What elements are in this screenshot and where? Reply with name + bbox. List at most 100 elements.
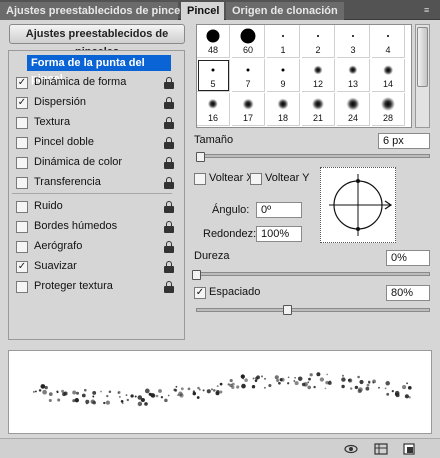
brush-tip-cell[interactable]: 18 (267, 93, 300, 126)
lock-icon[interactable] (164, 221, 174, 233)
option-checkbox[interactable] (16, 201, 28, 213)
brush-size-label: 2 (315, 45, 321, 55)
brush-tip-cell[interactable]: 14 (372, 59, 405, 92)
lock-icon[interactable] (164, 97, 174, 109)
option-checkbox[interactable] (16, 177, 28, 189)
eye-icon[interactable] (344, 442, 358, 456)
option-label: Aerógrafo (34, 240, 83, 252)
size-slider-thumb[interactable] (196, 152, 205, 162)
brush-size-label: 16 (207, 113, 218, 123)
option-checkbox[interactable] (16, 117, 28, 129)
option-item[interactable]: Transferencia (12, 173, 182, 193)
lock-icon[interactable] (164, 77, 174, 89)
brush-tip-cell[interactable]: 2 (302, 25, 335, 58)
brush-grid-scrollbar[interactable] (415, 24, 430, 128)
angle-roundness-preview[interactable] (320, 167, 396, 243)
option-checkbox[interactable] (16, 241, 28, 253)
tab-clone-source[interactable]: Origen de clonación (226, 2, 344, 20)
tab-brush[interactable]: Pincel (181, 2, 224, 20)
brush-tip-icon (348, 65, 358, 75)
option-item[interactable]: Bordes húmedos (12, 217, 182, 237)
new-preset-icon[interactable] (402, 442, 416, 456)
size-slider-track[interactable] (196, 154, 430, 158)
brush-tip-cell[interactable]: 28 (372, 93, 405, 126)
size-field[interactable]: 6 px (378, 133, 430, 149)
brush-size-label: 24 (347, 113, 358, 123)
grid-panel-icon[interactable] (374, 442, 388, 456)
option-item[interactable]: ✓ Dinámica de forma (12, 73, 182, 93)
option-item[interactable]: Proteger textura (12, 277, 182, 297)
brush-tip-icon (242, 98, 254, 110)
hardness-slider-track[interactable] (196, 272, 430, 276)
option-item[interactable]: ✓ Dispersión (12, 93, 182, 113)
brush-tip-cell[interactable]: 21 (302, 93, 335, 126)
option-item[interactable]: Pincel doble (12, 133, 182, 153)
brush-tip-cell[interactable]: 17 (232, 93, 265, 126)
option-item[interactable]: Aerógrafo (12, 237, 182, 257)
roundness-field[interactable]: 100% (256, 226, 302, 242)
spacing-slider-thumb[interactable] (283, 305, 292, 315)
option-checkbox[interactable] (16, 157, 28, 169)
brush-tip-cell[interactable]: 1 (267, 25, 300, 58)
hardness-field[interactable]: 0% (386, 250, 430, 266)
angle-label: Ángulo: (212, 204, 250, 216)
brush-tip-icon (352, 35, 354, 37)
brush-tip-icon (317, 35, 319, 37)
option-checkbox[interactable] (16, 281, 28, 293)
hardness-slider-thumb[interactable] (192, 270, 201, 280)
brush-tip-cell[interactable]: 5 (197, 59, 230, 92)
brush-tip-cell[interactable]: 9 (267, 59, 300, 92)
brush-tip-cell[interactable]: 13 (337, 59, 370, 92)
flip-x-label: Voltear X (209, 172, 254, 184)
scrollbar-thumb[interactable] (417, 27, 428, 87)
option-label: Dispersión (34, 96, 86, 108)
brush-tip-cell[interactable]: 60 (232, 25, 265, 58)
brush-size-label: 21 (312, 113, 323, 123)
stroke-preview-icon (32, 372, 412, 407)
brush-tip-cell[interactable]: 4 (372, 25, 405, 58)
option-checkbox[interactable]: ✓ (16, 261, 28, 273)
brush-tip-cell[interactable]: 3 (337, 25, 370, 58)
lock-icon[interactable] (164, 177, 174, 189)
spacing-field[interactable]: 80% (386, 285, 430, 301)
panel-menu-icon[interactable]: ≡ (424, 5, 434, 15)
option-item[interactable]: ✓ Suavizar (12, 257, 182, 277)
lock-icon[interactable] (164, 241, 174, 253)
brush-tip-icon (387, 35, 389, 37)
lock-icon[interactable] (164, 117, 174, 129)
brush-tip-grid: 48 60 1 2 3 4 5 7 9 12 13 14 16 17 18 21 24 28 (196, 24, 412, 128)
flip-y-checkbox[interactable] (250, 173, 262, 185)
option-checkbox[interactable]: ✓ (16, 97, 28, 109)
angle-crosshair-icon (329, 174, 393, 236)
option-item[interactable]: Dinámica de color (12, 153, 182, 173)
tab-brush-presets[interactable]: Ajustes preestablecidos de pinceles (0, 2, 196, 20)
option-brush-tip-shape[interactable]: Forma de la punta del pincel (27, 55, 171, 85)
panel-bottom-bar (0, 438, 440, 458)
lock-icon[interactable] (164, 201, 174, 213)
brush-tip-cell[interactable]: 16 (197, 93, 230, 126)
option-checkbox[interactable]: ✓ (16, 77, 28, 89)
lock-icon[interactable] (164, 281, 174, 293)
option-checkbox[interactable] (16, 137, 28, 149)
brush-presets-button[interactable]: Ajustes preestablecidos de pinceles (9, 24, 185, 58)
lock-icon[interactable] (164, 261, 174, 273)
spacing-slider-track[interactable] (196, 308, 430, 312)
option-item[interactable]: Textura (12, 113, 182, 133)
option-item[interactable]: Ruido (12, 197, 182, 217)
lock-icon[interactable] (164, 137, 174, 149)
angle-field[interactable]: 0º (256, 202, 302, 218)
brush-size-label: 17 (242, 113, 253, 123)
brush-size-label: 1 (280, 45, 286, 55)
brush-tip-icon (206, 29, 220, 43)
option-checkbox[interactable] (16, 221, 28, 233)
flip-x-checkbox[interactable] (194, 173, 206, 185)
brush-tip-cell[interactable]: 24 (337, 93, 370, 126)
brush-tip-icon (240, 28, 256, 44)
brush-tip-cell[interactable]: 7 (232, 59, 265, 92)
lock-icon[interactable] (164, 157, 174, 169)
brush-tip-cell[interactable]: 48 (197, 25, 230, 58)
brush-tip-cell[interactable]: 12 (302, 59, 335, 92)
spacing-checkbox[interactable]: ✓ (194, 287, 206, 299)
option-label: Bordes húmedos (34, 220, 118, 232)
brush-size-label: 9 (280, 79, 286, 89)
